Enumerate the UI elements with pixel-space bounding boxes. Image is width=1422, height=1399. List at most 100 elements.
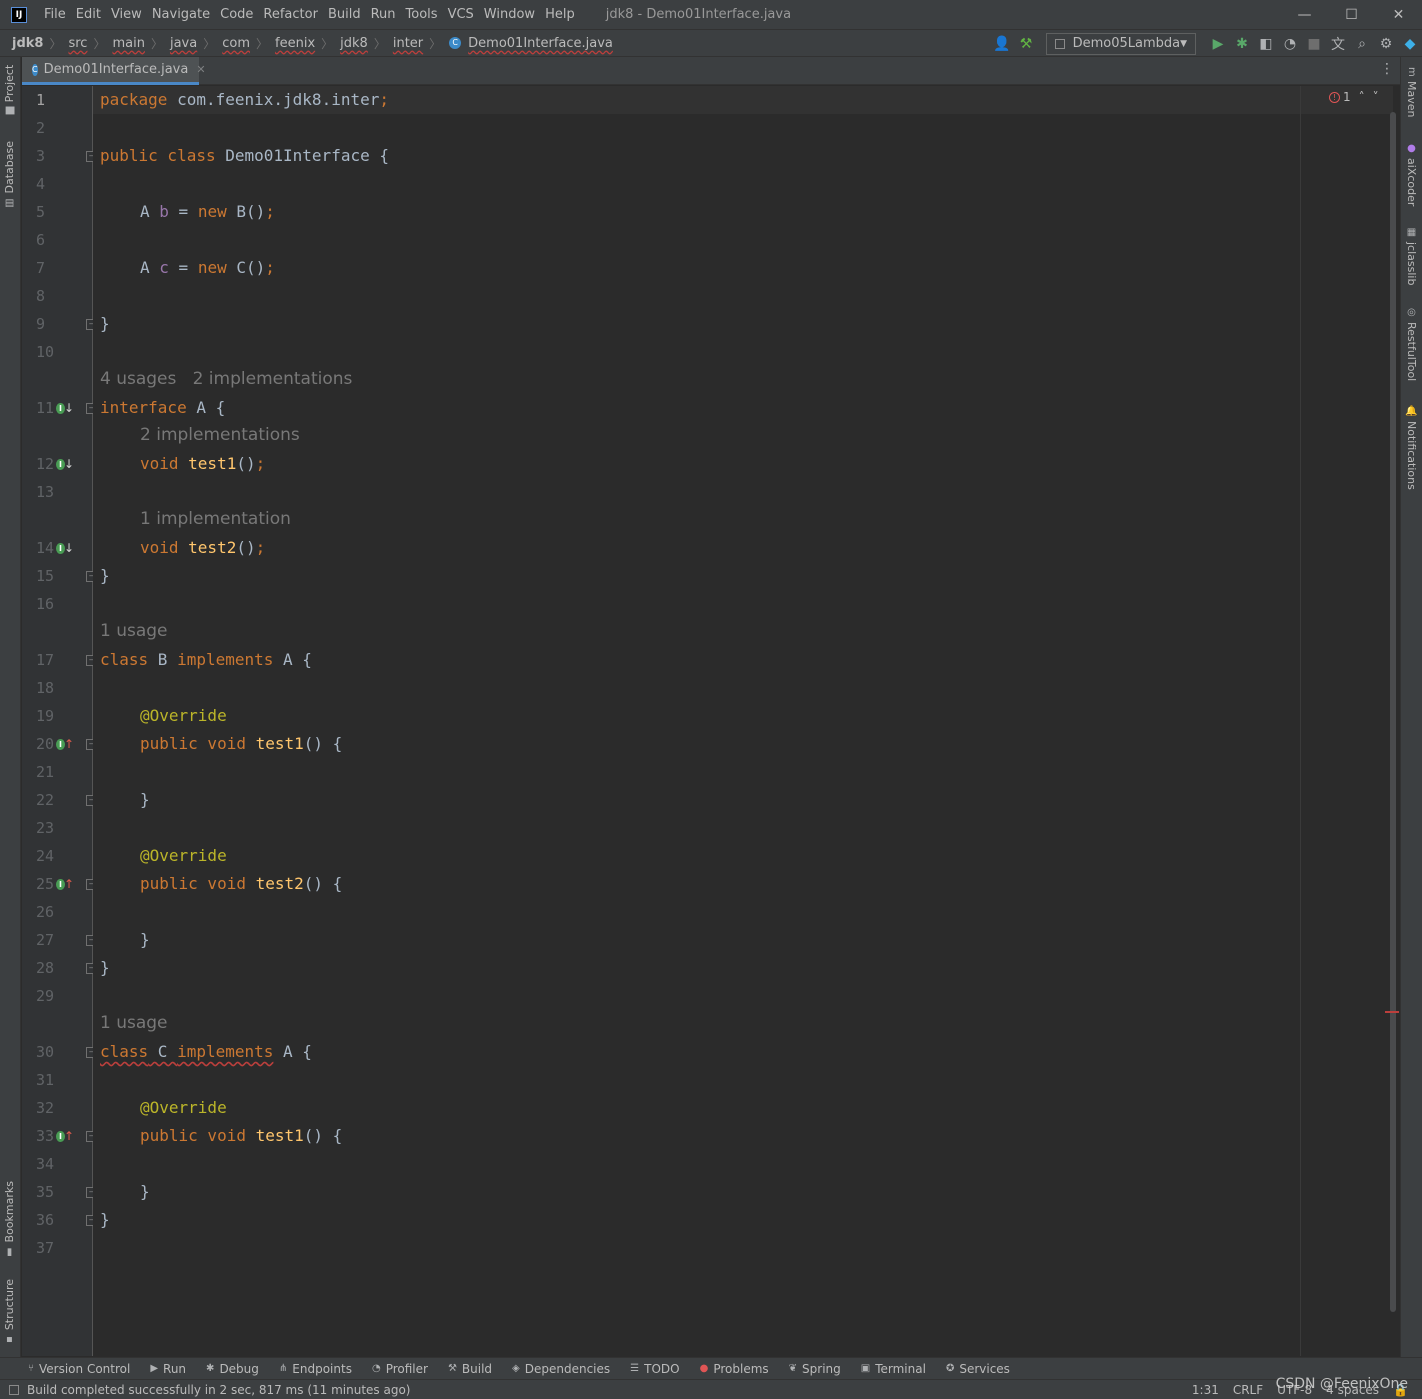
- chevron-down-icon[interactable]: ˅: [1373, 90, 1379, 104]
- tool-build[interactable]: ⚒ Build: [448, 1362, 492, 1376]
- user-icon[interactable]: 👤: [990, 32, 1014, 56]
- tool-terminal[interactable]: ▣ Terminal: [861, 1362, 926, 1376]
- tool-tab-jclasslib[interactable]: ▦ jclasslib: [1405, 227, 1418, 285]
- menu-file[interactable]: File: [39, 7, 71, 22]
- stop-icon[interactable]: ■: [1302, 32, 1326, 56]
- implemented-marker-icon[interactable]: I ↓: [56, 540, 74, 556]
- menu-help[interactable]: Help: [540, 7, 580, 22]
- line-number[interactable]: 32: [22, 1094, 92, 1122]
- line-number[interactable]: 34: [22, 1150, 92, 1178]
- line-number[interactable]: 6: [22, 226, 92, 254]
- run-configuration-select[interactable]: Demo05Lambda ▼: [1046, 32, 1196, 55]
- code-vision-hint[interactable]: 1 usage: [100, 1009, 168, 1037]
- plugin-icon[interactable]: ◆: [1398, 32, 1422, 56]
- inspection-widget[interactable]: ! 1 ˄ ˅: [1329, 90, 1379, 104]
- line-number[interactable]: 21: [22, 758, 92, 786]
- line-number[interactable]: 4: [22, 170, 92, 198]
- implements-marker-icon[interactable]: I ↑: [56, 1128, 74, 1144]
- debug-icon[interactable]: ✱: [1230, 32, 1254, 56]
- minimize-icon[interactable]: —: [1281, 0, 1328, 29]
- caret-position[interactable]: 1:31: [1192, 1383, 1219, 1397]
- close-window-icon[interactable]: ✕: [1375, 0, 1422, 29]
- line-separator[interactable]: CRLF: [1233, 1383, 1263, 1397]
- implemented-marker-icon[interactable]: I ↓: [56, 400, 74, 416]
- line-number[interactable]: 22: [22, 786, 92, 814]
- code-editor[interactable]: ! 1 ˄ ˅: [93, 86, 1399, 1356]
- line-number[interactable]: 19: [22, 702, 92, 730]
- menu-navigate[interactable]: Navigate: [147, 7, 215, 22]
- menu-vcs[interactable]: VCS: [443, 7, 479, 22]
- tool-tab-structure[interactable]: ▪ Structure: [3, 1279, 16, 1345]
- line-number[interactable]: 28: [22, 954, 92, 982]
- line-number[interactable]: 26: [22, 898, 92, 926]
- code-vision-hint[interactable]: 1 usage: [100, 617, 168, 645]
- close-icon[interactable]: ✕: [196, 63, 205, 76]
- tool-tab-notifications[interactable]: 🔔 Notifications: [1405, 405, 1418, 490]
- coverage-icon[interactable]: ◧: [1254, 32, 1278, 56]
- tool-tab-restfultool[interactable]: ◎ RestfulTool: [1405, 307, 1418, 381]
- settings-icon[interactable]: ⚙: [1374, 32, 1398, 56]
- menu-refactor[interactable]: Refactor: [258, 7, 323, 22]
- implements-marker-icon[interactable]: I ↑: [56, 876, 74, 892]
- breadcrumb-main[interactable]: main: [105, 36, 146, 51]
- line-number[interactable]: 17: [22, 646, 92, 674]
- line-number[interactable]: 24: [22, 842, 92, 870]
- error-stripe-mark[interactable]: [1385, 1011, 1399, 1013]
- menu-view[interactable]: View: [106, 7, 147, 22]
- tool-tab-project[interactable]: ▆ Project: [3, 65, 16, 114]
- more-vertical-icon[interactable]: ⋮: [1380, 61, 1394, 77]
- tool-tab-database[interactable]: ▤ Database: [3, 141, 16, 209]
- editor-tab-demo01interface[interactable]: C Demo01Interface.java ✕: [22, 57, 206, 85]
- tool-tab-bookmarks[interactable]: ▮ Bookmarks: [3, 1181, 16, 1257]
- line-number[interactable]: 31: [22, 1066, 92, 1094]
- breadcrumb-file[interactable]: Demo01Interface.java: [461, 36, 615, 51]
- menu-edit[interactable]: Edit: [71, 7, 106, 22]
- tool-tab-aixcoder[interactable]: ● aiXcoder: [1405, 143, 1418, 206]
- menu-build[interactable]: Build: [323, 7, 366, 22]
- tool-dependencies[interactable]: ◈ Dependencies: [512, 1362, 610, 1376]
- code-vision-hint[interactable]: 1 implementation: [140, 505, 291, 533]
- line-number[interactable]: 18: [22, 674, 92, 702]
- tool-endpoints[interactable]: ⋔ Endpoints: [279, 1362, 352, 1376]
- code-vision-hint[interactable]: 4 usages 2 implementations: [100, 365, 352, 393]
- breadcrumb-project[interactable]: jdk8: [4, 36, 45, 51]
- line-number[interactable]: 15: [22, 562, 92, 590]
- breadcrumb-feenix[interactable]: feenix: [268, 36, 317, 51]
- implemented-marker-icon[interactable]: I ↓: [56, 456, 74, 472]
- menu-window[interactable]: Window: [479, 7, 540, 22]
- line-number[interactable]: 2: [22, 114, 92, 142]
- line-number[interactable]: 27: [22, 926, 92, 954]
- line-number[interactable]: 23: [22, 814, 92, 842]
- line-number[interactable]: 3: [22, 142, 92, 170]
- editor-scrollbar[interactable]: [1390, 112, 1396, 1312]
- line-number[interactable]: 35: [22, 1178, 92, 1206]
- tool-todo[interactable]: ☰ TODO: [630, 1362, 679, 1376]
- line-number[interactable]: 5: [22, 198, 92, 226]
- breadcrumb-inter[interactable]: inter: [386, 36, 425, 51]
- tool-services[interactable]: ✪ Services: [946, 1362, 1010, 1376]
- implements-marker-icon[interactable]: I ↑: [56, 736, 74, 752]
- line-number[interactable]: 9: [22, 310, 92, 338]
- tool-tab-maven[interactable]: m Maven: [1405, 67, 1418, 117]
- tool-problems[interactable]: ● Problems: [700, 1362, 769, 1376]
- menu-run[interactable]: Run: [366, 7, 401, 22]
- line-number[interactable]: 16: [22, 590, 92, 618]
- search-icon[interactable]: ⌕: [1350, 32, 1374, 56]
- line-number[interactable]: 36: [22, 1206, 92, 1234]
- line-number[interactable]: 13: [22, 478, 92, 506]
- translate-icon[interactable]: 文: [1326, 32, 1350, 56]
- line-number[interactable]: 8: [22, 282, 92, 310]
- breadcrumb-src[interactable]: src: [61, 36, 89, 51]
- line-number[interactable]: 7: [22, 254, 92, 282]
- breadcrumb-com[interactable]: com: [215, 36, 252, 51]
- tool-spring[interactable]: ❦ Spring: [789, 1362, 841, 1376]
- line-number[interactable]: 37: [22, 1234, 92, 1262]
- run-icon[interactable]: ▶: [1206, 32, 1230, 56]
- chevron-up-icon[interactable]: ˄: [1359, 90, 1365, 104]
- line-number[interactable]: 29: [22, 982, 92, 1010]
- breadcrumb-jdk8[interactable]: jdk8: [333, 36, 370, 51]
- tool-run[interactable]: ▶ Run: [150, 1362, 186, 1376]
- maximize-icon[interactable]: ☐: [1328, 0, 1375, 29]
- status-toggle-icon[interactable]: [9, 1384, 19, 1395]
- tool-profiler[interactable]: ◔ Profiler: [372, 1362, 428, 1376]
